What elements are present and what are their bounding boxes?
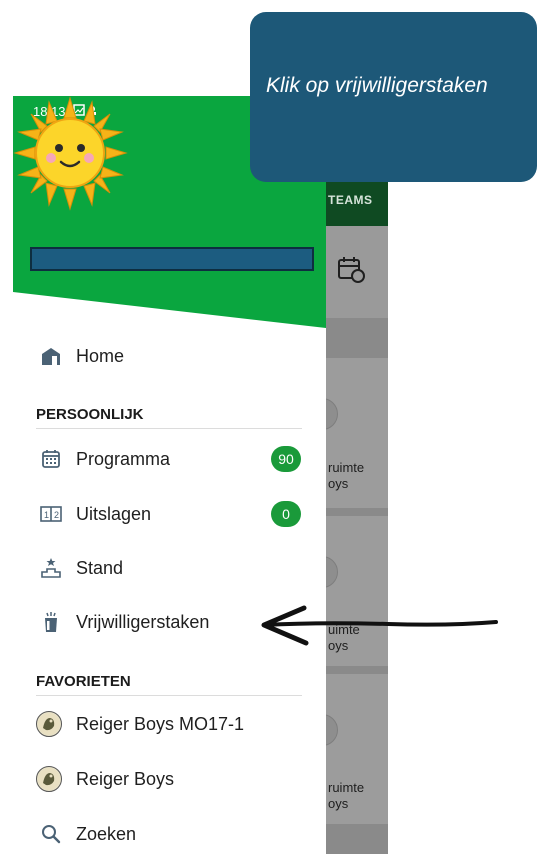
menu-item-uitslagen[interactable]: 1 2 Uitslagen 0 <box>13 489 313 539</box>
menu-label: Zoeken <box>76 823 137 844</box>
menu-label: Uitslagen <box>76 503 152 524</box>
menu-item-programma[interactable]: Programma 90 <box>13 434 313 484</box>
menu-label: Programma <box>76 448 171 469</box>
menu-label: Reiger Boys <box>76 768 175 789</box>
menu-item-favorite-club[interactable]: Reiger Boys <box>13 754 313 804</box>
section-divider <box>36 695 302 696</box>
section-header-favorites: FAVORIETEN <box>36 673 131 690</box>
club-logo-icon <box>36 766 62 792</box>
calendar-icon <box>40 448 62 470</box>
svg-text:1: 1 <box>44 510 49 520</box>
navigation-drawer: 18:13 <box>13 96 326 854</box>
background-card[interactable]: ruimte oys <box>326 674 388 824</box>
scoreboard-icon: 1 2 <box>40 503 62 525</box>
menu-item-home[interactable]: Home <box>13 331 313 381</box>
menu-item-search[interactable]: Zoeken <box>13 809 313 854</box>
teams-tab[interactable]: TEAMS <box>326 188 388 221</box>
pointer-arrow-icon <box>261 605 498 646</box>
menu-item-favorite-team[interactable]: Reiger Boys MO17-1 <box>13 699 313 749</box>
calendar-refresh-icon[interactable] <box>336 256 366 284</box>
count-badge: 0 <box>271 501 301 527</box>
callout-text: Klik op vrijwilligerstaken <box>266 74 488 97</box>
volunteer-cup-icon <box>40 611 62 633</box>
background-card[interactable]: ruimte oys <box>326 358 388 508</box>
search-icon <box>40 823 62 845</box>
menu-label: Reiger Boys MO17-1 <box>76 713 245 734</box>
menu-label: Stand <box>76 557 124 578</box>
menu-label: Vrijwilligerstaken <box>76 611 210 632</box>
menu-item-stand[interactable]: Stand <box>13 543 313 593</box>
redacted-name-bar <box>30 247 314 271</box>
count-badge: 90 <box>271 446 301 472</box>
section-header-personal: PERSOONLIJK <box>36 406 144 423</box>
menu-label: Home <box>76 345 125 366</box>
svg-text:2: 2 <box>54 510 59 520</box>
background-app: TEAMS ruimte oys uimte oys ruimte oys <box>326 96 388 854</box>
sun-avatar-icon <box>13 96 128 211</box>
club-logo-icon <box>36 711 62 737</box>
podium-icon <box>40 557 62 579</box>
section-divider <box>36 428 302 429</box>
home-icon <box>40 345 62 367</box>
